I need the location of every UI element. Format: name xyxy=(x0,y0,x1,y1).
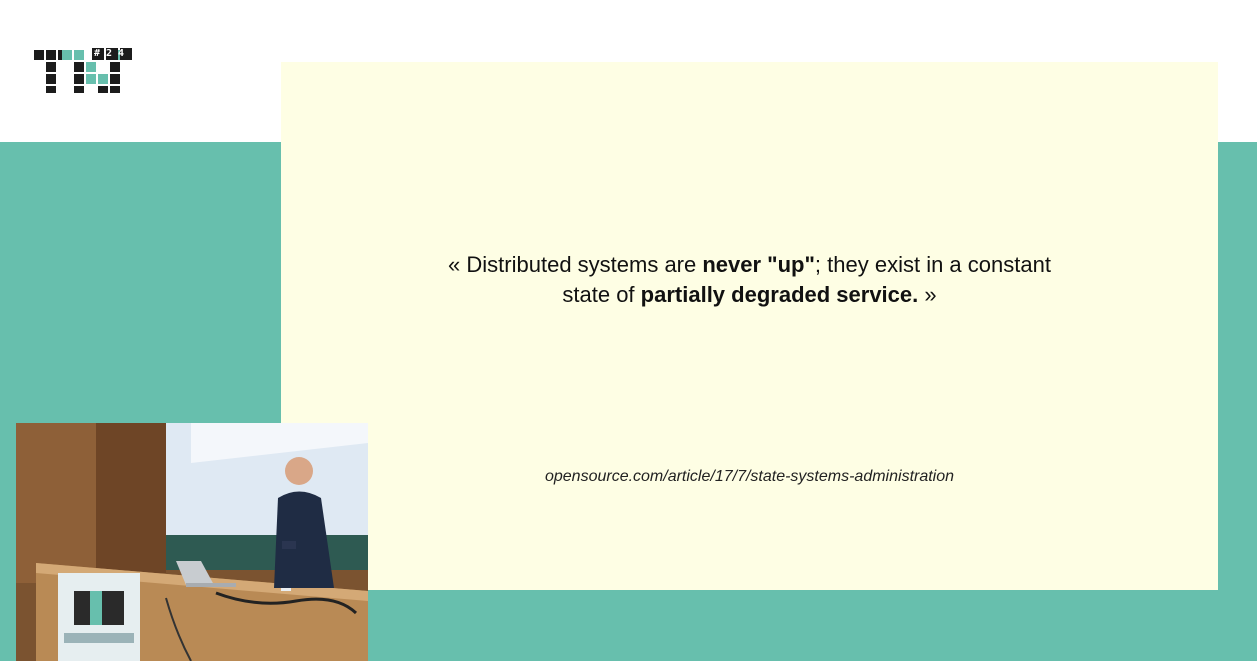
quote-line-2: state of partially degraded service. » xyxy=(281,280,1218,310)
quote-close-text: » xyxy=(918,282,937,307)
quote-source: opensource.com/article/17/7/state-system… xyxy=(544,468,955,485)
slide-quote: « Distributed systems are never "up"; th… xyxy=(281,250,1218,310)
speaker-webcam-feed xyxy=(16,423,368,661)
quote-line2-prefix: state of xyxy=(562,282,641,307)
quote-mid-text: ; they exist in a constant xyxy=(814,252,1051,277)
quote-bold-never-up: never "up" xyxy=(702,252,815,277)
event-logo: #24 xyxy=(34,47,136,93)
logo-edition: #24 xyxy=(94,48,131,59)
quote-bold-degraded: partially degraded service. xyxy=(640,282,919,307)
quote-line-1: « Distributed systems are never "up"; th… xyxy=(281,250,1218,280)
quote-open-text: « Distributed systems are xyxy=(448,252,703,277)
presentation-slide: « Distributed systems are never "up"; th… xyxy=(281,62,1218,590)
